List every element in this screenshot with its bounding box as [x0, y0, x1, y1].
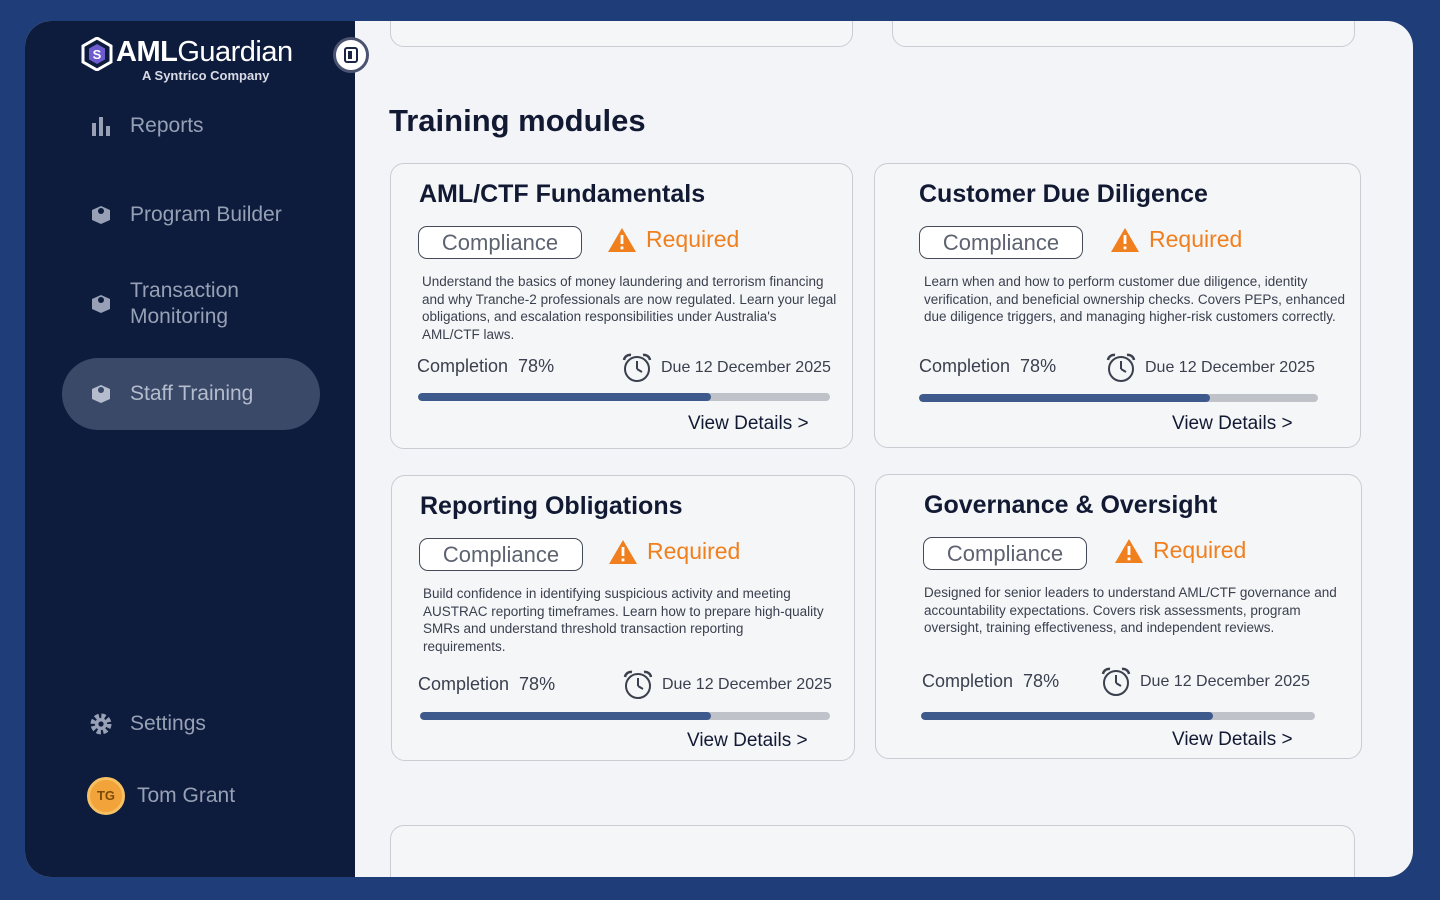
sidebar-item-label: Staff Training [130, 382, 254, 405]
user-profile[interactable]: TG Tom Grant [65, 776, 323, 816]
warning-icon [1111, 227, 1139, 252]
due-date: Due 12 December 2025 [620, 669, 832, 701]
progress-fill [919, 394, 1211, 402]
completion-value: 78% [1020, 356, 1057, 376]
page-title: Training modules [389, 103, 646, 138]
sidebar-item-reports[interactable]: Reports [62, 113, 320, 139]
progress-bar [420, 712, 830, 720]
card-description: Build confidence in identifying suspicio… [423, 586, 824, 654]
status-required: Required [1110, 226, 1242, 253]
sidebar-item-label: Transaction Monitoring [130, 279, 239, 328]
card-title: Reporting Obligations [420, 492, 683, 520]
sidebar-item-label: Program Builder [130, 203, 282, 226]
card-title: Customer Due Diligence [919, 180, 1208, 208]
card-stub-bottom [390, 825, 1355, 877]
training-card[interactable]: AML/CTF Fundamentals Compliance Required… [390, 163, 853, 449]
status-label: Required [1149, 226, 1243, 252]
due-label: Due 12 December 2025 [662, 676, 832, 693]
card-stub-top-right [892, 21, 1355, 47]
alarm-clock-icon [623, 670, 653, 699]
sidebar-item-label: Reports [130, 114, 204, 137]
due-label: Due 12 December 2025 [1145, 359, 1315, 376]
sidebar-item-staff-training[interactable]: Staff Training [62, 358, 320, 430]
sidebar-item-label: Settings [130, 712, 206, 735]
sidebar-item-program-builder[interactable]: Program Builder [62, 202, 320, 228]
status-label: Required [646, 226, 740, 252]
card-description: Designed for senior leaders to understan… [924, 585, 1337, 635]
warning-icon [1115, 538, 1143, 563]
completion-label: Completion [919, 356, 1011, 376]
card-description: Understand the basics of money launderin… [422, 274, 837, 342]
view-details-link[interactable]: View Details > [687, 730, 808, 752]
alarm-clock-icon [622, 353, 652, 382]
due-label: Due 12 December 2025 [661, 359, 831, 376]
status-label: Required [647, 538, 741, 564]
completion-stat: Completion 78% [922, 671, 1059, 692]
module-icon [88, 381, 114, 407]
due-date: Due 12 December 2025 [619, 352, 831, 384]
view-details-link[interactable]: View Details > [1172, 413, 1293, 435]
app-window: S AMLGuardian A Syntrico Company Reports… [25, 21, 1413, 877]
due-date: Due 12 December 2025 [1098, 666, 1310, 698]
status-required: Required [608, 538, 740, 565]
warning-icon [609, 539, 637, 564]
sidebar: S AMLGuardian A Syntrico Company Reports… [25, 21, 369, 877]
completion-value: 78% [518, 356, 555, 376]
completion-value: 78% [1023, 671, 1060, 691]
training-card[interactable]: Customer Due Diligence Compliance Requir… [874, 163, 1361, 448]
status-required: Required [1114, 537, 1246, 564]
view-details-link[interactable]: View Details > [1172, 729, 1293, 751]
bar-chart-icon [88, 113, 114, 139]
brand-logo[interactable]: S AMLGuardian A Syntrico Company [80, 35, 293, 87]
progress-fill [418, 393, 711, 401]
due-label: Due 12 December 2025 [1140, 673, 1310, 690]
card-stub-top-left [390, 21, 853, 47]
user-name: Tom Grant [137, 784, 236, 807]
due-date: Due 12 December 2025 [1103, 352, 1315, 384]
module-icon [88, 202, 114, 228]
avatar: TG [87, 777, 125, 815]
sidebar-item-transaction-monitoring[interactable]: Transaction Monitoring [62, 277, 320, 331]
progress-bar [921, 712, 1315, 720]
card-title: AML/CTF Fundamentals [419, 180, 706, 208]
card-title: Governance & Oversight [924, 491, 1218, 519]
alarm-clock-icon [1106, 353, 1136, 382]
gear-icon [88, 711, 114, 737]
brand-tagline: A Syntrico Company [142, 68, 270, 83]
progress-fill [420, 712, 712, 720]
status-label: Required [1153, 537, 1247, 563]
view-details-link[interactable]: View Details > [688, 413, 809, 435]
completion-stat: Completion 78% [919, 356, 1056, 377]
svg-text:S: S [93, 47, 102, 62]
completion-label: Completion [922, 671, 1014, 691]
brand-name: AMLGuardian [116, 36, 293, 68]
progress-bar [418, 393, 830, 401]
sidebar-item-settings[interactable]: Settings [62, 711, 320, 737]
completion-value: 78% [519, 674, 556, 694]
category-badge: Compliance [418, 226, 582, 259]
category-badge: Compliance [919, 226, 1083, 259]
warning-icon [608, 227, 636, 252]
training-card[interactable]: Governance & Oversight Compliance Requir… [875, 474, 1362, 759]
category-badge: Compliance [923, 537, 1087, 570]
training-card[interactable]: Reporting Obligations Compliance Require… [391, 475, 855, 761]
alarm-clock-icon [1101, 667, 1131, 696]
progress-bar [919, 394, 1318, 402]
shield-logo-icon: S [81, 37, 113, 71]
status-required: Required [607, 226, 739, 253]
completion-stat: Completion 78% [417, 356, 554, 377]
category-badge: Compliance [419, 538, 583, 571]
completion-stat: Completion 78% [418, 674, 555, 695]
main-content: Training modules AML/CTF Fundamentals Co… [355, 21, 1413, 877]
card-description: Learn when and how to perform customer d… [924, 274, 1345, 324]
completion-label: Completion [417, 356, 509, 376]
completion-label: Completion [418, 674, 510, 694]
progress-fill [921, 712, 1213, 720]
module-icon [88, 291, 114, 317]
